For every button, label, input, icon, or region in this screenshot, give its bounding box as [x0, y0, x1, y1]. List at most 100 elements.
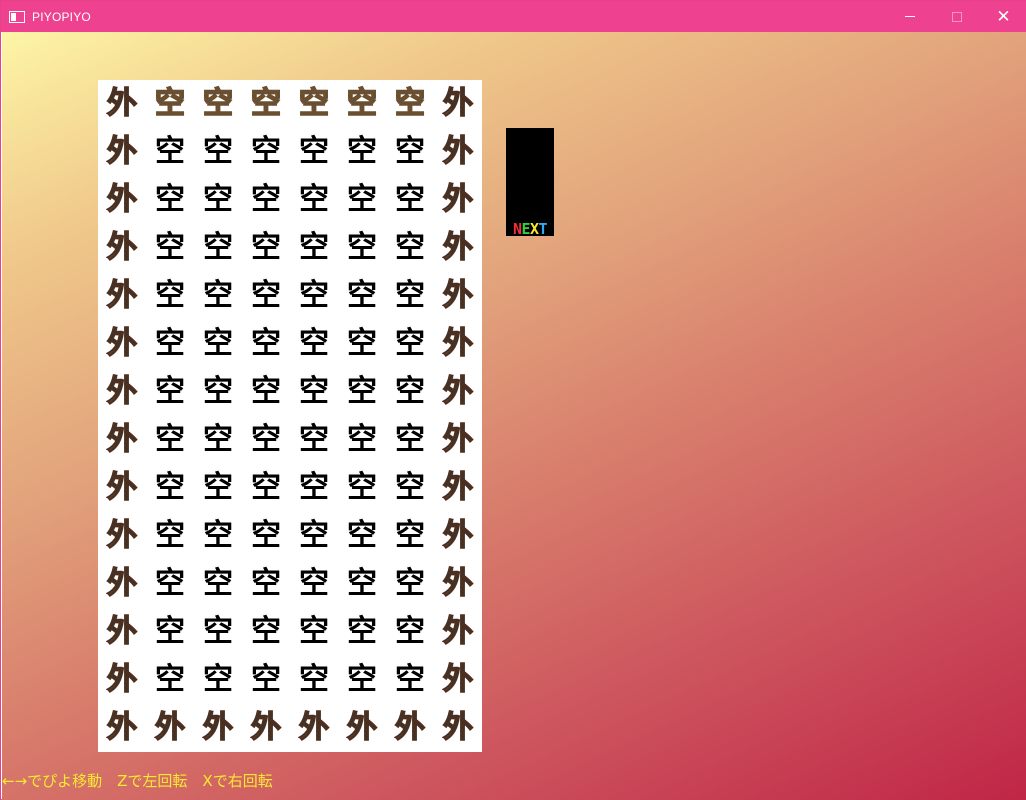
- wall-cell: 外: [202, 710, 234, 745]
- empty-cell: 空: [395, 614, 425, 649]
- wall-cell: 外: [442, 326, 474, 361]
- empty-cell: 空: [347, 374, 377, 409]
- empty-cell: 空: [203, 662, 233, 697]
- next-label-letter: T: [538, 220, 548, 238]
- empty-cell: 空: [299, 422, 329, 457]
- wall-cell: 外: [106, 614, 138, 649]
- empty-cell: 空: [347, 134, 377, 169]
- empty-cell: 空: [347, 614, 377, 649]
- empty-cell: 空: [202, 86, 234, 121]
- wall-cell: 外: [442, 614, 474, 649]
- minimize-button[interactable]: [886, 1, 933, 32]
- window-controls: ✕: [886, 1, 1026, 32]
- empty-cell: 空: [251, 422, 281, 457]
- empty-cell: 空: [251, 374, 281, 409]
- empty-cell: 空: [155, 278, 185, 313]
- wall-cell: 外: [154, 710, 186, 745]
- wall-cell: 外: [106, 566, 138, 601]
- empty-cell: 空: [203, 230, 233, 265]
- game-board: 外空空空空空空外外空空空空空空外外空空空空空空外外空空空空空空外外空空空空空空外…: [98, 80, 482, 752]
- empty-cell: 空: [299, 134, 329, 169]
- empty-cell: 空: [395, 134, 425, 169]
- wall-cell: 外: [106, 230, 138, 265]
- wall-cell: 外: [298, 710, 330, 745]
- empty-cell: 空: [251, 326, 281, 361]
- empty-cell: 空: [155, 518, 185, 553]
- empty-cell: 空: [395, 470, 425, 505]
- next-label-letter: X: [530, 220, 539, 238]
- empty-cell: 空: [203, 326, 233, 361]
- empty-cell: 空: [395, 662, 425, 697]
- wall-cell: 外: [106, 134, 138, 169]
- empty-cell: 空: [155, 422, 185, 457]
- game-canvas[interactable]: 外空空空空空空外外空空空空空空外外空空空空空空外外空空空空空空外外空空空空空空外…: [2, 32, 1026, 800]
- empty-cell: 空: [251, 662, 281, 697]
- next-label-letter: E: [521, 220, 530, 238]
- empty-cell: 空: [251, 566, 281, 601]
- empty-cell: 空: [155, 182, 185, 217]
- wall-cell: 外: [394, 710, 426, 745]
- wall-cell: 外: [442, 662, 474, 697]
- empty-cell: 空: [203, 470, 233, 505]
- empty-cell: 空: [155, 374, 185, 409]
- empty-cell: 空: [347, 566, 377, 601]
- empty-cell: 空: [154, 86, 186, 121]
- wall-cell: 外: [106, 662, 138, 697]
- minimize-icon: [904, 16, 915, 17]
- empty-cell: 空: [251, 134, 281, 169]
- wall-cell: 外: [106, 278, 138, 313]
- empty-cell: 空: [299, 182, 329, 217]
- empty-cell: 空: [394, 86, 426, 121]
- empty-cell: 空: [251, 278, 281, 313]
- empty-cell: 空: [347, 470, 377, 505]
- empty-cell: 空: [395, 326, 425, 361]
- empty-cell: 空: [298, 86, 330, 121]
- empty-cell: 空: [203, 374, 233, 409]
- empty-cell: 空: [299, 470, 329, 505]
- empty-cell: 空: [155, 566, 185, 601]
- empty-cell: 空: [395, 182, 425, 217]
- wall-cell: 外: [250, 710, 282, 745]
- empty-cell: 空: [395, 422, 425, 457]
- wall-cell: 外: [346, 710, 378, 745]
- empty-cell: 空: [299, 614, 329, 649]
- empty-cell: 空: [347, 326, 377, 361]
- empty-cell: 空: [203, 566, 233, 601]
- empty-cell: 空: [250, 86, 282, 121]
- wall-cell: 外: [442, 182, 474, 217]
- next-label: NEXT: [506, 220, 554, 238]
- empty-cell: 空: [299, 374, 329, 409]
- empty-cell: 空: [251, 614, 281, 649]
- empty-cell: 空: [203, 134, 233, 169]
- wall-cell: 外: [442, 470, 474, 505]
- wall-cell: 外: [106, 422, 138, 457]
- empty-cell: 空: [155, 470, 185, 505]
- wall-cell: 外: [106, 470, 138, 505]
- empty-cell: 空: [251, 230, 281, 265]
- empty-cell: 空: [203, 182, 233, 217]
- wall-cell: 外: [106, 710, 138, 745]
- empty-cell: 空: [299, 326, 329, 361]
- wall-cell: 外: [442, 86, 474, 121]
- wall-cell: 外: [106, 326, 138, 361]
- empty-cell: 空: [203, 518, 233, 553]
- wall-cell: 外: [106, 182, 138, 217]
- empty-cell: 空: [155, 230, 185, 265]
- wall-cell: 外: [442, 230, 474, 265]
- empty-cell: 空: [395, 230, 425, 265]
- empty-cell: 空: [347, 230, 377, 265]
- wall-cell: 外: [442, 278, 474, 313]
- empty-cell: 空: [203, 422, 233, 457]
- close-button[interactable]: ✕: [980, 1, 1026, 32]
- empty-cell: 空: [155, 134, 185, 169]
- title-bar[interactable]: PIYOPIYO ✕: [1, 1, 1026, 32]
- wall-cell: 外: [442, 710, 474, 745]
- app-icon: [9, 10, 25, 23]
- empty-cell: 空: [155, 662, 185, 697]
- empty-cell: 空: [299, 278, 329, 313]
- empty-cell: 空: [347, 518, 377, 553]
- empty-cell: 空: [251, 182, 281, 217]
- maximize-button[interactable]: [933, 1, 980, 32]
- empty-cell: 空: [251, 470, 281, 505]
- next-label-letter: N: [512, 220, 522, 238]
